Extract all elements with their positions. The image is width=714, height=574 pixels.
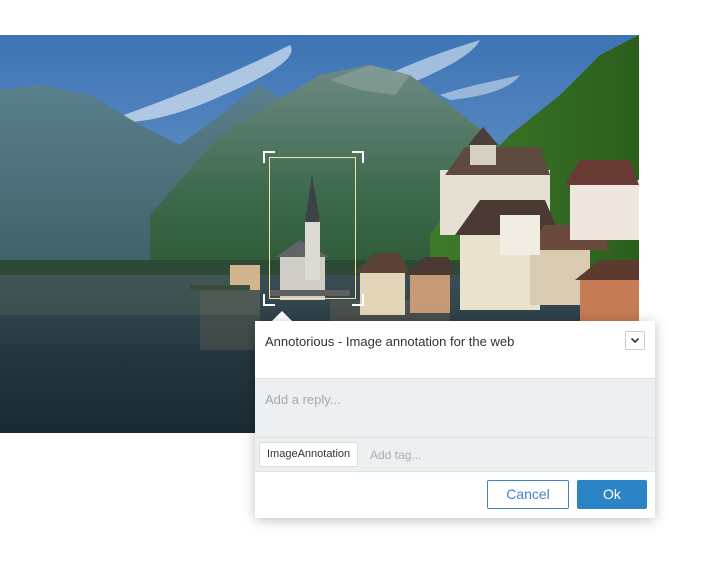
annotation-selection-box[interactable] (269, 157, 356, 299)
annotation-editor-popup: Annotorious - Image annotation for the w… (255, 321, 655, 518)
ok-button[interactable]: Ok (577, 480, 647, 509)
cancel-button[interactable]: Cancel (487, 480, 569, 509)
popup-pointer-arrow (272, 311, 292, 321)
selection-handle-top-left[interactable] (263, 151, 275, 163)
reply-area (255, 379, 655, 438)
chevron-down-icon (630, 337, 640, 344)
selection-handle-top-right[interactable] (352, 151, 364, 163)
comment-options-dropdown[interactable] (625, 331, 645, 350)
selection-handle-bottom-right[interactable] (352, 294, 364, 306)
annotation-comment: Annotorious - Image annotation for the w… (255, 321, 655, 379)
tag-area: ImageAnnotation (255, 438, 655, 472)
tag-chip[interactable]: ImageAnnotation (259, 442, 359, 467)
reply-input[interactable] (265, 392, 645, 407)
selection-handle-bottom-left[interactable] (263, 294, 275, 306)
comment-text: Annotorious - Image annotation for the w… (265, 334, 515, 349)
tag-input[interactable] (370, 448, 570, 462)
